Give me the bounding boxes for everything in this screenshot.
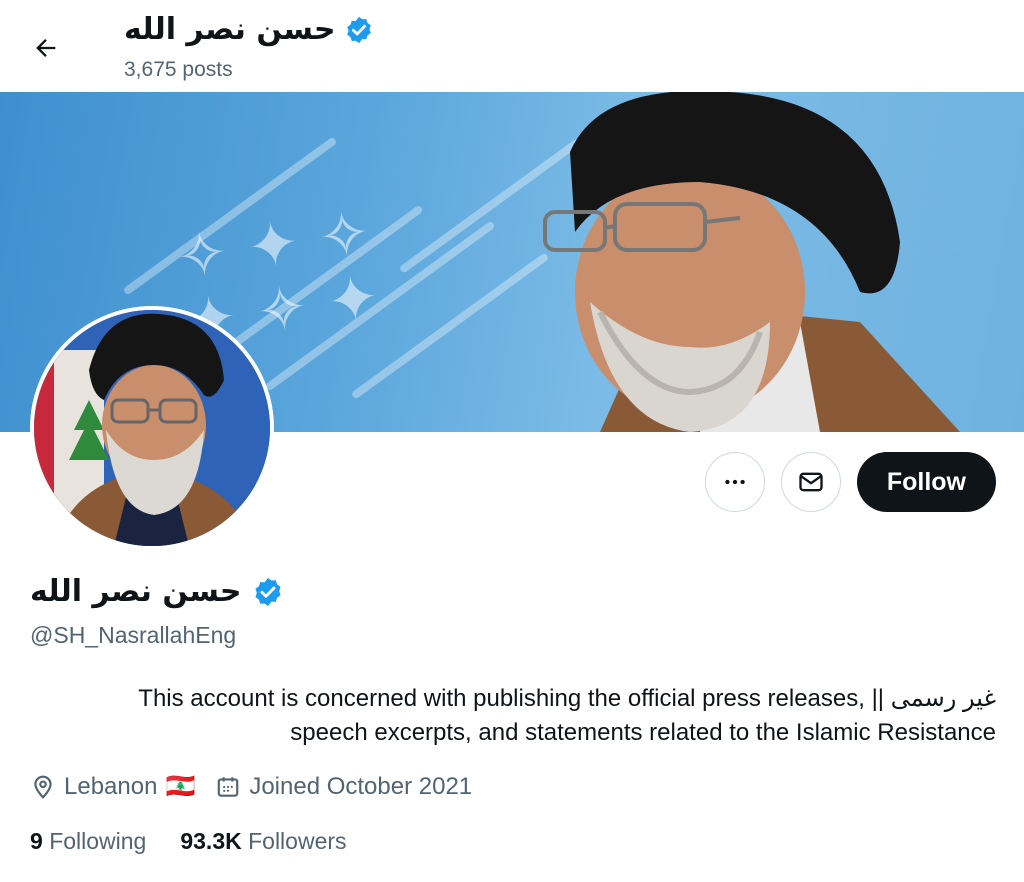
posts-count: 3,675 posts xyxy=(124,58,233,81)
profile-name-row: حسن نصر الله xyxy=(30,574,284,609)
profile-name: حسن نصر الله xyxy=(30,574,242,609)
following-label: Following xyxy=(49,828,147,854)
header-title: حسن نصر الله xyxy=(124,12,374,47)
location-text: Lebanon xyxy=(64,772,158,800)
profile-meta: Lebanon 🇱🇧 Joined October 2021 xyxy=(30,772,472,801)
followers-count: 93.3K xyxy=(180,828,242,854)
lebanon-flag-icon: 🇱🇧 xyxy=(165,773,196,800)
mail-icon xyxy=(799,472,823,492)
verified-badge-icon[interactable] xyxy=(252,576,284,608)
back-button[interactable] xyxy=(22,24,70,72)
joined-item: Joined October 2021 xyxy=(215,773,472,801)
following-count: 9 xyxy=(30,828,43,854)
profile-handle: @SH_NasrallahEng xyxy=(30,622,237,648)
calendar-icon xyxy=(218,776,239,797)
arrow-left-icon xyxy=(36,39,56,57)
location-item: Lebanon 🇱🇧 xyxy=(30,772,195,801)
profile-stats: 9 Following 93.3K Followers xyxy=(30,828,347,855)
profile-actions: Follow xyxy=(704,452,996,512)
profile-bio: This account is concerned with publishin… xyxy=(16,682,996,750)
followers-link[interactable]: 93.3K Followers xyxy=(180,828,346,855)
bio-line-1: This account is concerned with publishin… xyxy=(138,685,996,712)
message-button[interactable] xyxy=(780,452,841,512)
profile-header: حسن نصر الله 3,675 posts xyxy=(0,0,1024,92)
avatar-portrait xyxy=(34,310,270,546)
followers-label: Followers xyxy=(248,828,347,854)
profile-avatar[interactable] xyxy=(30,306,274,550)
joined-text: Joined October 2021 xyxy=(249,772,473,800)
more-horizontal-icon xyxy=(725,479,745,485)
location-pin-icon xyxy=(34,775,52,799)
follow-button[interactable]: Follow xyxy=(856,452,996,512)
header-name: حسن نصر الله xyxy=(124,12,336,47)
verified-badge-icon xyxy=(346,16,371,43)
bio-line-2: speech excerpts, and statements related … xyxy=(290,719,996,746)
following-link[interactable]: 9 Following xyxy=(30,828,146,855)
more-button[interactable] xyxy=(704,452,765,512)
